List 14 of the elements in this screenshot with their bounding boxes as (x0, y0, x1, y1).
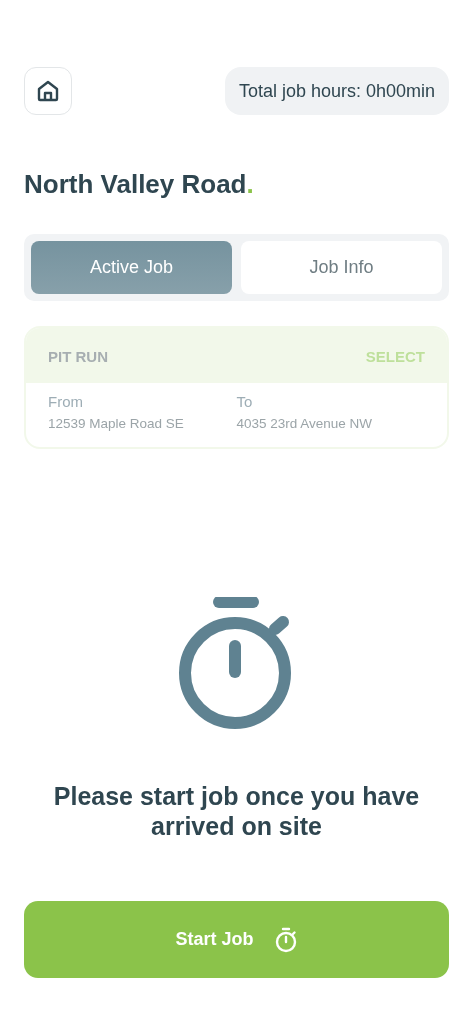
total-hours-badge: Total job hours: 0h00min (224, 67, 449, 115)
stopwatch-icon (273, 926, 298, 953)
home-button[interactable] (24, 67, 72, 115)
from-label: From (48, 393, 84, 410)
job-title: North Valley Road. (24, 169, 255, 200)
home-icon (36, 79, 60, 103)
material-label: PIT RUN (48, 348, 108, 365)
tab[interactable]: Active Job (31, 241, 232, 294)
tab[interactable]: Job Info (241, 241, 442, 294)
instruction-text: Please start job once you have arrived on site (52, 781, 421, 841)
to-address: 4035 23rd Avenue NW (236, 416, 374, 431)
from-address: 12539 Maple Road SE (48, 416, 185, 431)
start-job-button[interactable]: Start Job (24, 901, 449, 978)
to-label: To (236, 393, 254, 410)
